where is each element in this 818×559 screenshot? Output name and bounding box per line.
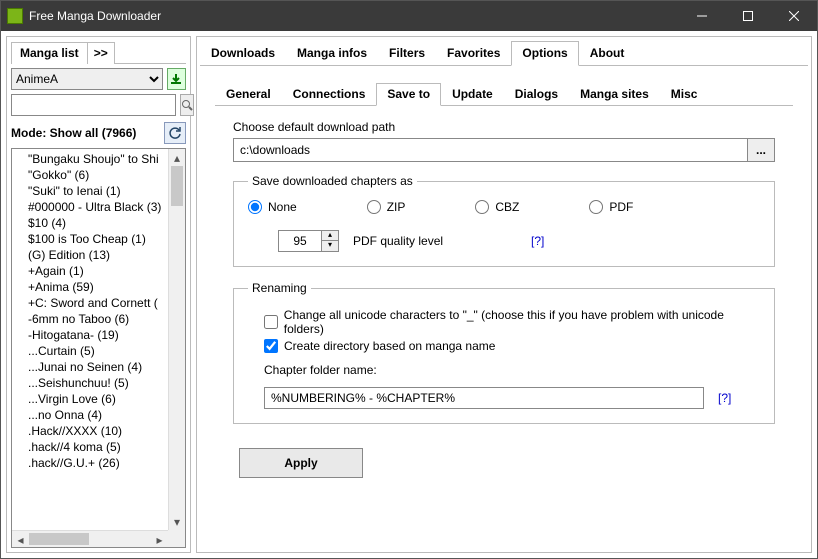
manga-list[interactable]: "Bungaku Shoujo" to Shi"Gokko" (6)"Suki"… (11, 148, 186, 548)
list-item[interactable]: #000000 - Ultra Black (3) (16, 199, 164, 215)
close-button[interactable] (771, 1, 817, 31)
tab-options[interactable]: Options (511, 41, 578, 66)
minimize-button[interactable] (679, 1, 725, 31)
left-panel: Manga list >> AnimeA Mode: Show all (796… (6, 36, 191, 553)
unicode-checkbox[interactable] (264, 315, 278, 329)
horizontal-scrollbar[interactable]: ◂▸ (12, 530, 168, 547)
pdf-quality-spinner[interactable]: ▴▾ (278, 230, 339, 252)
createdir-checkbox[interactable] (264, 339, 278, 353)
saveas-radio-zip[interactable] (367, 200, 381, 214)
list-item[interactable]: +Anima (59) (16, 279, 164, 295)
subtab-general[interactable]: General (215, 83, 282, 106)
list-item[interactable]: ...Junai no Seinen (4) (16, 359, 164, 375)
save-as-legend: Save downloaded chapters as (248, 174, 417, 188)
createdir-checkbox-row[interactable]: Create directory based on manga name (264, 339, 760, 353)
subtab-misc[interactable]: Misc (660, 83, 709, 106)
search-input[interactable] (11, 94, 176, 116)
saveas-none[interactable]: None (248, 200, 297, 214)
tab-filters[interactable]: Filters (378, 41, 436, 66)
list-item[interactable]: "Suki" to Ienai (1) (16, 183, 164, 199)
list-item[interactable]: "Gokko" (6) (16, 167, 164, 183)
list-item[interactable]: .hack//G.U.+ (26) (16, 455, 164, 471)
manga-list-tab[interactable]: Manga list (11, 42, 88, 64)
list-item[interactable]: ...Curtain (5) (16, 343, 164, 359)
tab-favorites[interactable]: Favorites (436, 41, 511, 66)
list-item[interactable]: (G) Edition (13) (16, 247, 164, 263)
list-item[interactable]: ...Seishunchuu! (5) (16, 375, 164, 391)
browse-button[interactable]: ... (747, 138, 775, 162)
saveas-radio-pdf[interactable] (589, 200, 603, 214)
apply-button[interactable]: Apply (239, 448, 363, 478)
mode-label: Mode: Show all (7966) (11, 126, 136, 140)
window-title: Free Manga Downloader (29, 9, 679, 23)
chapter-folder-input[interactable] (264, 387, 704, 409)
refresh-button[interactable] (164, 122, 186, 144)
subtab-connections[interactable]: Connections (282, 83, 377, 106)
list-item[interactable]: $100 is Too Cheap (1) (16, 231, 164, 247)
manga-list-overflow-tab[interactable]: >> (88, 42, 115, 64)
saveas-zip[interactable]: ZIP (367, 200, 406, 214)
list-item[interactable]: +C: Sword and Cornett ( (16, 295, 164, 311)
save-as-group: Save downloaded chapters as None ZIP CBZ PD… (233, 174, 775, 267)
saveas-cbz[interactable]: CBZ (475, 200, 519, 214)
list-item[interactable]: $10 (4) (16, 215, 164, 231)
download-path-label: Choose default download path (233, 120, 775, 134)
subtab-dialogs[interactable]: Dialogs (504, 83, 569, 106)
pdf-quality-input[interactable] (278, 230, 322, 252)
tab-about[interactable]: About (579, 41, 636, 66)
list-item[interactable]: +Again (1) (16, 263, 164, 279)
renaming-group: Renaming Change all unicode characters t… (233, 281, 775, 424)
tab-manga-infos[interactable]: Manga infos (286, 41, 378, 66)
download-path-input[interactable] (233, 138, 747, 162)
list-item[interactable]: ...Virgin Love (6) (16, 391, 164, 407)
list-item[interactable]: .Hack//XXXX (10) (16, 423, 164, 439)
renaming-legend: Renaming (248, 281, 311, 295)
app-icon (7, 8, 23, 24)
spinner-down[interactable]: ▾ (322, 241, 338, 251)
chapter-folder-label: Chapter folder name: (264, 363, 760, 377)
search-button[interactable] (180, 94, 194, 116)
list-item[interactable]: "Bungaku Shoujo" to Shi (16, 151, 164, 167)
list-item[interactable]: -Hitogatana- (19) (16, 327, 164, 343)
tab-downloads[interactable]: Downloads (200, 41, 286, 66)
vertical-scrollbar[interactable]: ▴▾ (168, 149, 185, 530)
subtab-update[interactable]: Update (441, 83, 504, 106)
chapter-help-link[interactable]: [?] (718, 391, 731, 405)
subtab-save-to[interactable]: Save to (376, 83, 441, 106)
right-panel: DownloadsManga infosFiltersFavoritesOpti… (196, 36, 812, 553)
subtab-manga-sites[interactable]: Manga sites (569, 83, 660, 106)
saveas-radio-none[interactable] (248, 200, 262, 214)
saveas-pdf[interactable]: PDF (589, 200, 633, 214)
list-item[interactable]: -6mm no Taboo (6) (16, 311, 164, 327)
pdf-help-link[interactable]: [?] (531, 234, 544, 248)
pdf-quality-label: PDF quality level (353, 234, 443, 248)
maximize-button[interactable] (725, 1, 771, 31)
list-item[interactable]: .hack//4 koma (5) (16, 439, 164, 455)
source-select[interactable]: AnimeA (11, 68, 163, 90)
list-item[interactable]: ...no Onna (4) (16, 407, 164, 423)
unicode-checkbox-row[interactable]: Change all unicode characters to "_" (ch… (264, 308, 760, 336)
download-source-button[interactable] (167, 68, 186, 90)
saveas-radio-cbz[interactable] (475, 200, 489, 214)
